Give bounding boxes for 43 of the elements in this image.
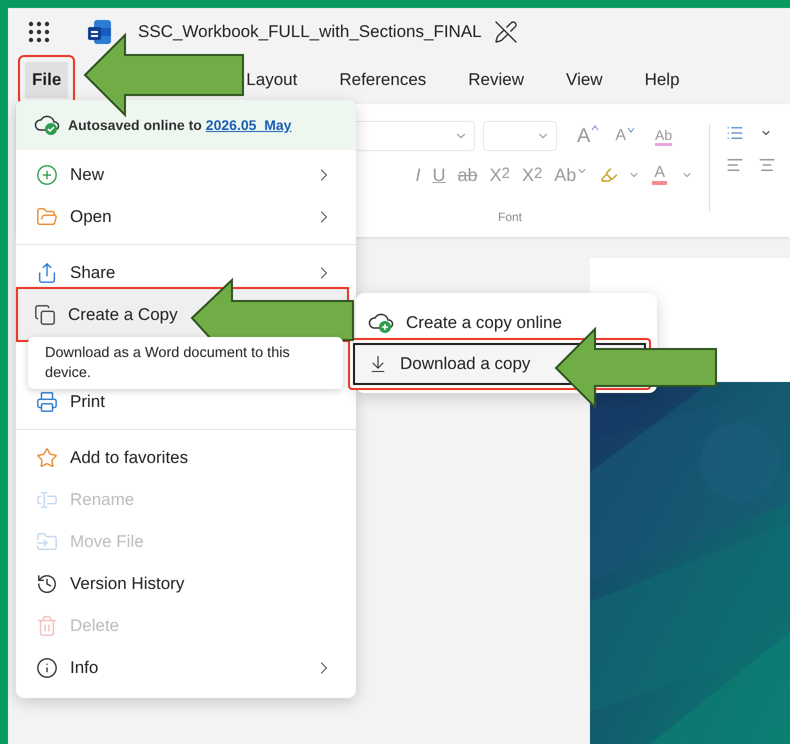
cloud-check-icon <box>34 114 60 136</box>
menu-item[interactable]: Info <box>16 647 356 689</box>
folder-icon <box>36 206 58 228</box>
cloud-plus-icon <box>368 312 394 334</box>
align-center-icon[interactable] <box>758 156 776 174</box>
menu-item: Move File <box>16 521 356 563</box>
share-icon <box>36 262 58 284</box>
copy-icon <box>34 304 56 326</box>
autosave-status: Autosaved online to 2026.05_May <box>68 117 292 133</box>
highlighter-icon <box>600 166 618 184</box>
ribbon-tab[interactable]: File <box>18 54 76 104</box>
ribbon-tab[interactable]: Review <box>462 60 530 100</box>
info-icon <box>36 657 58 679</box>
trash-icon <box>36 615 58 637</box>
folder-arrow-icon <box>36 531 58 553</box>
star-icon <box>36 447 58 469</box>
bullet-list-button[interactable] <box>726 124 772 142</box>
folder-link[interactable]: 2026.05_May <box>206 117 292 133</box>
menu-item[interactable]: Version History <box>16 563 356 605</box>
rename-icon <box>36 489 58 511</box>
align-left-icon[interactable] <box>726 156 744 174</box>
ribbon-tab[interactable]: Layout <box>240 60 304 100</box>
document-title: SSC_Workbook_FULL_with_Sections_FINAL <box>138 22 482 42</box>
highlighter-button[interactable] <box>600 166 640 184</box>
menu-item: Delete <box>16 605 356 647</box>
caret-down-icon <box>627 127 636 133</box>
app-launcher-icon[interactable] <box>28 20 50 42</box>
ribbon-tab[interactable]: View <box>560 60 609 100</box>
list-icon <box>726 124 744 142</box>
printer-icon <box>36 391 58 413</box>
edit-off-icon[interactable] <box>494 20 518 44</box>
plus-circle-icon <box>36 164 58 186</box>
menu-item[interactable]: New <box>16 154 356 196</box>
document-app-icon[interactable] <box>88 18 112 44</box>
menu-item[interactable]: Add to favorites <box>16 437 356 479</box>
ribbon-tab[interactable]: References <box>333 60 432 100</box>
menu-item[interactable]: Open <box>16 196 356 238</box>
menu-item: Rename <box>16 479 356 521</box>
caret-up-icon <box>591 124 600 130</box>
ribbon-tab[interactable]: Help <box>638 60 686 100</box>
history-icon <box>36 573 58 595</box>
group-label: Font <box>498 210 522 224</box>
tooltip: Download as a Word document to this device. <box>28 337 343 389</box>
